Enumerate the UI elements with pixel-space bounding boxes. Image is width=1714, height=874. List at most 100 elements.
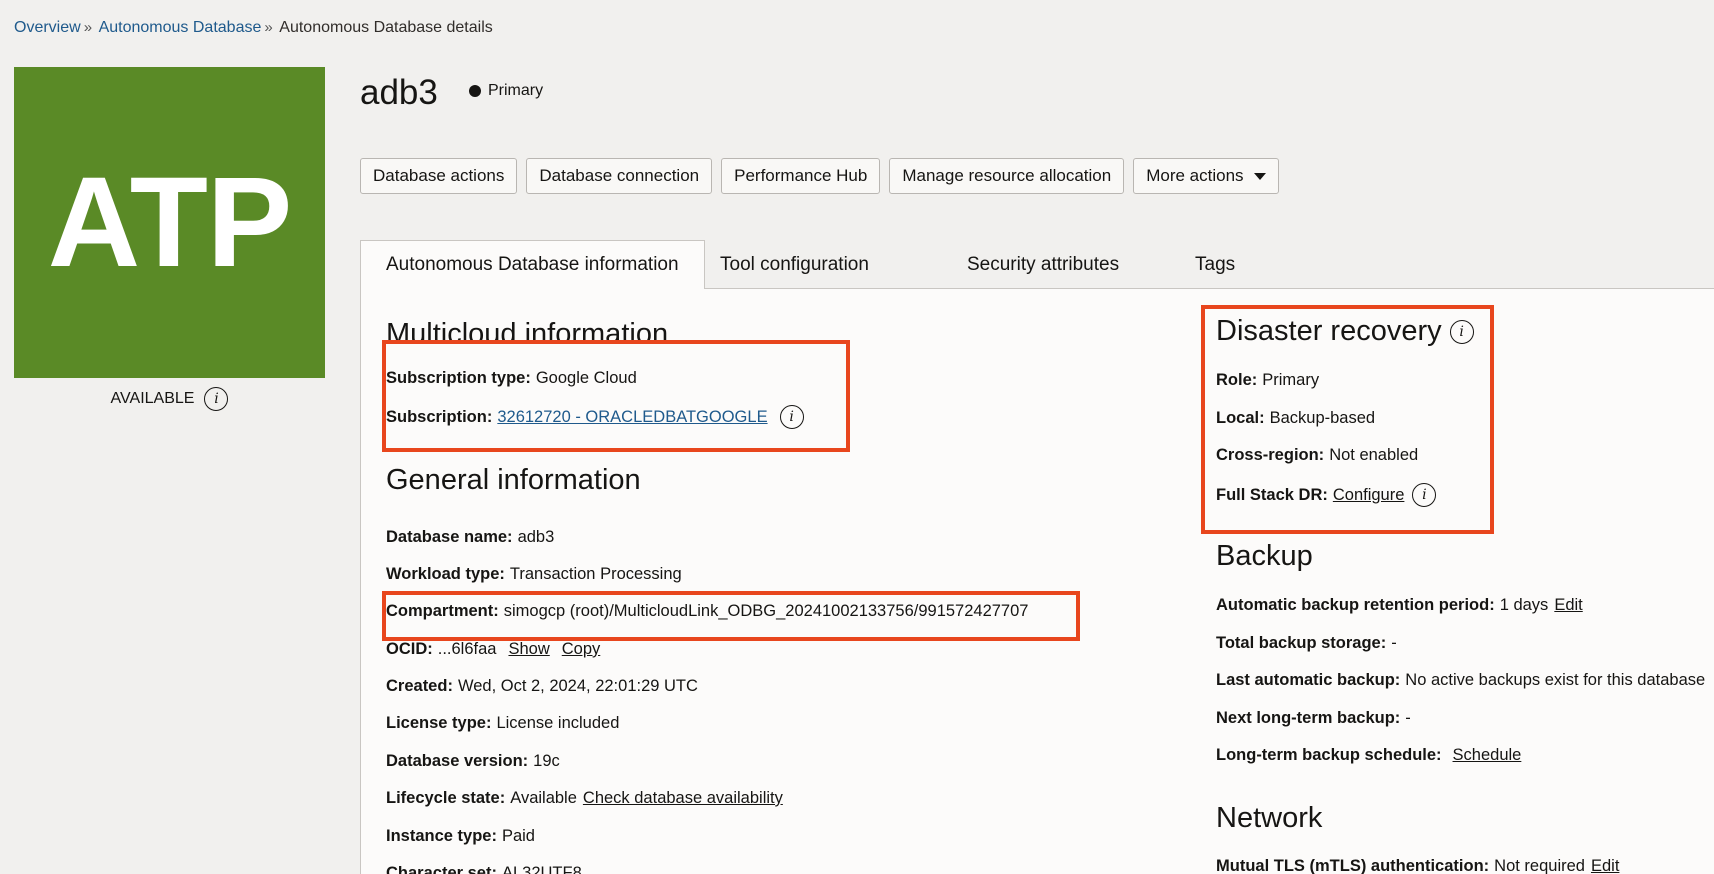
breadcrumb-current: Autonomous Database details [279, 19, 493, 36]
disaster-recovery-heading: Disaster recovery i [1216, 315, 1474, 348]
info-icon[interactable]: i [779, 405, 804, 429]
ocid-copy-link[interactable]: Copy [562, 640, 601, 659]
network-heading: Network [1216, 802, 1323, 834]
field-label: Full Stack DR: [1216, 485, 1328, 504]
field-label: Database name: [386, 528, 513, 546]
action-toolbar: Database actions Database connection Per… [360, 158, 1279, 194]
created-row: Created: Wed, Oct 2, 2024, 22:01:29 UTC [386, 677, 698, 696]
tab-bar: Autonomous Database information Tool con… [360, 240, 1714, 290]
field-value: Paid [501, 827, 535, 845]
field-label: Last automatic backup: [1216, 671, 1401, 689]
field-label: Subscription type: [386, 369, 531, 387]
database-actions-button[interactable]: Database actions [360, 158, 518, 194]
field-label: OCID: [386, 640, 433, 658]
role-badge: Primary [469, 82, 543, 100]
field-label: Cross-region: [1216, 446, 1325, 464]
field-value: No active backups exist for this databas… [1405, 671, 1706, 689]
retention-edit-link[interactable]: Edit [1554, 596, 1582, 615]
multicloud-heading: Multicloud information [386, 318, 669, 350]
dr-local-row: Local: Backup-based [1216, 409, 1375, 428]
heading-text: Disaster recovery [1216, 315, 1442, 347]
last-backup-row: Last automatic backup: No active backups… [1216, 671, 1705, 690]
configure-link[interactable]: Configure [1333, 486, 1405, 505]
caret-down-icon [1253, 172, 1266, 180]
field-value: Google Cloud [535, 369, 637, 387]
mtls-row: Mutual TLS (mTLS) authentication: Not re… [1216, 857, 1619, 874]
field-label: Character set: [386, 864, 497, 874]
info-icon[interactable]: i [204, 387, 229, 411]
field-label: Long-term backup schedule: [1216, 746, 1442, 764]
check-availability-link[interactable]: Check database availability [583, 789, 783, 808]
instance-type-row: Instance type: Paid [386, 827, 535, 846]
field-label: Workload type: [386, 565, 505, 583]
field-value: Primary [1262, 371, 1320, 389]
dr-cross-region-row: Cross-region: Not enabled [1216, 446, 1418, 465]
field-value: Transaction Processing [509, 565, 682, 583]
field-label: Total backup storage: [1216, 634, 1387, 652]
ocid-row: OCID: ...6l6faa Show Copy [386, 640, 600, 659]
tab-security-attributes[interactable]: Security attributes [942, 240, 1144, 289]
field-value: Wed, Oct 2, 2024, 22:01:29 UTC [457, 677, 698, 695]
field-label: Created: [386, 677, 453, 695]
tab-tags[interactable]: Tags [1170, 240, 1260, 289]
atp-badge: ATP [14, 67, 325, 378]
more-actions-button[interactable]: More actions [1133, 158, 1279, 194]
info-icon[interactable]: i [1412, 483, 1437, 507]
field-label: Next long-term backup: [1216, 709, 1401, 727]
tab-autonomous-database-information[interactable]: Autonomous Database information [360, 240, 705, 290]
subscription-row: Subscription: 32612720 - ORACLEDBATGOOGL… [386, 405, 804, 429]
field-value: adb3 [517, 528, 555, 546]
backup-storage-row: Total backup storage: - [1216, 634, 1397, 653]
field-label: License type: [386, 714, 492, 732]
backup-heading: Backup [1216, 540, 1313, 572]
role-label: Primary [488, 82, 544, 99]
field-value: Not required [1494, 857, 1585, 874]
status-label: AVAILABLE [110, 390, 195, 407]
field-value: simogcp (root)/MulticloudLink_ODBG_20241… [503, 602, 1029, 620]
mtls-edit-link[interactable]: Edit [1591, 857, 1619, 874]
database-name-row: Database name: adb3 [386, 528, 554, 547]
field-label: Subscription: [386, 407, 493, 426]
tab-tool-configuration[interactable]: Tool configuration [695, 240, 894, 289]
field-value: 1 days [1499, 596, 1549, 614]
lifecycle-state-row: Lifecycle state: Available Check databas… [386, 789, 783, 808]
workload-type-row: Workload type: Transaction Processing [386, 565, 682, 584]
tab-panel: Multicloud information Subscription type… [360, 289, 1714, 874]
breadcrumb-overview[interactable]: Overview [14, 19, 81, 36]
field-value: 19c [533, 752, 560, 770]
field-label: Lifecycle state: [386, 789, 506, 807]
field-label: Local: [1216, 409, 1265, 427]
character-set-row: Character set: AL32UTF8 [386, 864, 582, 874]
field-value: Backup-based [1269, 409, 1376, 427]
field-label: Compartment: [386, 602, 499, 620]
field-label: Database version: [386, 752, 529, 770]
manage-resource-allocation-button[interactable]: Manage resource allocation [889, 158, 1125, 194]
status-dot-icon [469, 85, 481, 97]
backup-retention-row: Automatic backup retention period: 1 day… [1216, 596, 1583, 615]
more-actions-label: More actions [1146, 166, 1244, 185]
next-backup-row: Next long-term backup: - [1216, 709, 1411, 728]
field-label: Automatic backup retention period: [1216, 596, 1495, 614]
breadcrumb-separator: » [83, 19, 93, 36]
ocid-show-link[interactable]: Show [508, 640, 549, 659]
dr-full-stack-row: Full Stack DR: Configure i [1216, 483, 1437, 507]
backup-schedule-row: Long-term backup schedule: Schedule [1216, 746, 1521, 765]
field-value: - [1391, 634, 1397, 652]
schedule-link[interactable]: Schedule [1453, 746, 1522, 765]
dr-role-row: Role: Primary [1216, 371, 1319, 390]
breadcrumb: Overview» Autonomous Database» Autonomou… [14, 19, 493, 37]
general-heading: General information [386, 464, 641, 496]
breadcrumb-autonomous-database[interactable]: Autonomous Database [99, 19, 262, 36]
info-icon[interactable]: i [1449, 319, 1474, 344]
database-connection-button[interactable]: Database connection [526, 158, 713, 194]
database-version-row: Database version: 19c [386, 752, 560, 771]
field-value: AL32UTF8 [501, 864, 582, 874]
field-label: Mutual TLS (mTLS) authentication: [1216, 857, 1490, 874]
subscription-link[interactable]: 32612720 - ORACLEDBATGOOGLE [497, 408, 767, 427]
field-value: - [1405, 709, 1411, 727]
license-type-row: License type: License included [386, 714, 619, 733]
field-value: Not enabled [1329, 446, 1419, 464]
field-value: ...6l6faa [437, 640, 497, 658]
field-value: Available [510, 789, 577, 807]
performance-hub-button[interactable]: Performance Hub [721, 158, 881, 194]
